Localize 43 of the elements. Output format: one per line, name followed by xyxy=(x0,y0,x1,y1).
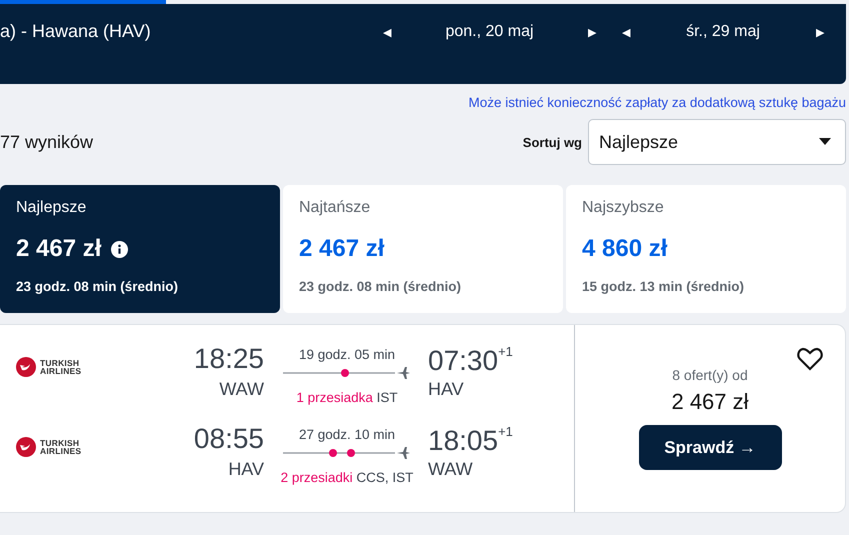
previous-date-button[interactable]: ◀ xyxy=(618,24,634,40)
tab-price: 4 860 zł xyxy=(582,235,668,263)
arrival-airport: HAV xyxy=(428,379,465,400)
tab-title: Najszybsze xyxy=(582,199,665,217)
stops-info: 2 przesiadki CCS, IST xyxy=(280,469,414,487)
results-count: 77 wyników xyxy=(0,132,94,152)
tab-duration: 23 godz. 08 min (średnio) xyxy=(299,279,462,294)
departure-airport: WAW xyxy=(218,379,264,400)
airline-logo-icon xyxy=(16,437,36,457)
tab-duration: 23 godz. 08 min (średnio) xyxy=(16,279,180,294)
next-date-button[interactable]: ▶ xyxy=(584,24,600,40)
route-title: a) - Hawana (HAV) xyxy=(0,21,152,42)
tab-title: Najlepsze xyxy=(16,199,88,217)
tab-price: 2 467 zł xyxy=(16,235,102,263)
caret-icon xyxy=(819,138,831,146)
flight-duration: 19 godz. 05 min xyxy=(298,347,396,362)
baggage-fee-link[interactable]: Może istnieć konieczność zapłaty za dodatkową sztukę bagażu xyxy=(0,84,849,115)
tab-title: Najtańsze xyxy=(299,199,372,217)
flight-duration: 27 godz. 10 min xyxy=(298,427,396,442)
airline-name: TURKISH AIRLINES xyxy=(40,358,82,376)
check-button[interactable]: Sprawdź → xyxy=(638,425,782,470)
heart-icon[interactable] xyxy=(797,347,823,371)
sort-dropdown[interactable]: Najlepsze xyxy=(588,119,846,165)
airline-logo-icon xyxy=(16,357,36,377)
tab-price: 2 467 zł xyxy=(299,235,384,263)
airline-name: TURKISH AIRLINES xyxy=(40,438,82,456)
sort-label: Sortuj wg xyxy=(522,134,582,150)
sort-tab[interactable]: Najszybsze 4 860 zł 15 godz. 13 min (średnio) xyxy=(566,185,846,313)
sort-tab[interactable]: Najlepsze 2 467 zł 23 godz. 08 min (średnio) xyxy=(0,185,280,313)
arrival-airport: WAW xyxy=(428,459,474,480)
departure-airport: HAV xyxy=(227,459,264,480)
tab-duration: 15 godz. 13 min (średnio) xyxy=(582,279,746,294)
stops-info: 1 przesiadka IST xyxy=(296,389,398,407)
date-label[interactable]: śr., 29 maj xyxy=(686,23,760,41)
date-label[interactable]: pon., 20 maj xyxy=(445,23,534,41)
sort-tab[interactable]: Najtańsze 2 467 zł 23 godz. 08 min (średnio) xyxy=(283,185,563,313)
info-icon[interactable] xyxy=(111,240,128,258)
offers-count: 8 ofert(y) od xyxy=(672,367,748,383)
departure-time: 08:55 xyxy=(192,423,264,455)
departure-time: 18:25 xyxy=(192,343,264,375)
previous-date-button[interactable]: ◀ xyxy=(379,24,395,40)
next-date-button[interactable]: ▶ xyxy=(812,24,828,40)
flight-price: 2 467 zł xyxy=(671,389,749,415)
